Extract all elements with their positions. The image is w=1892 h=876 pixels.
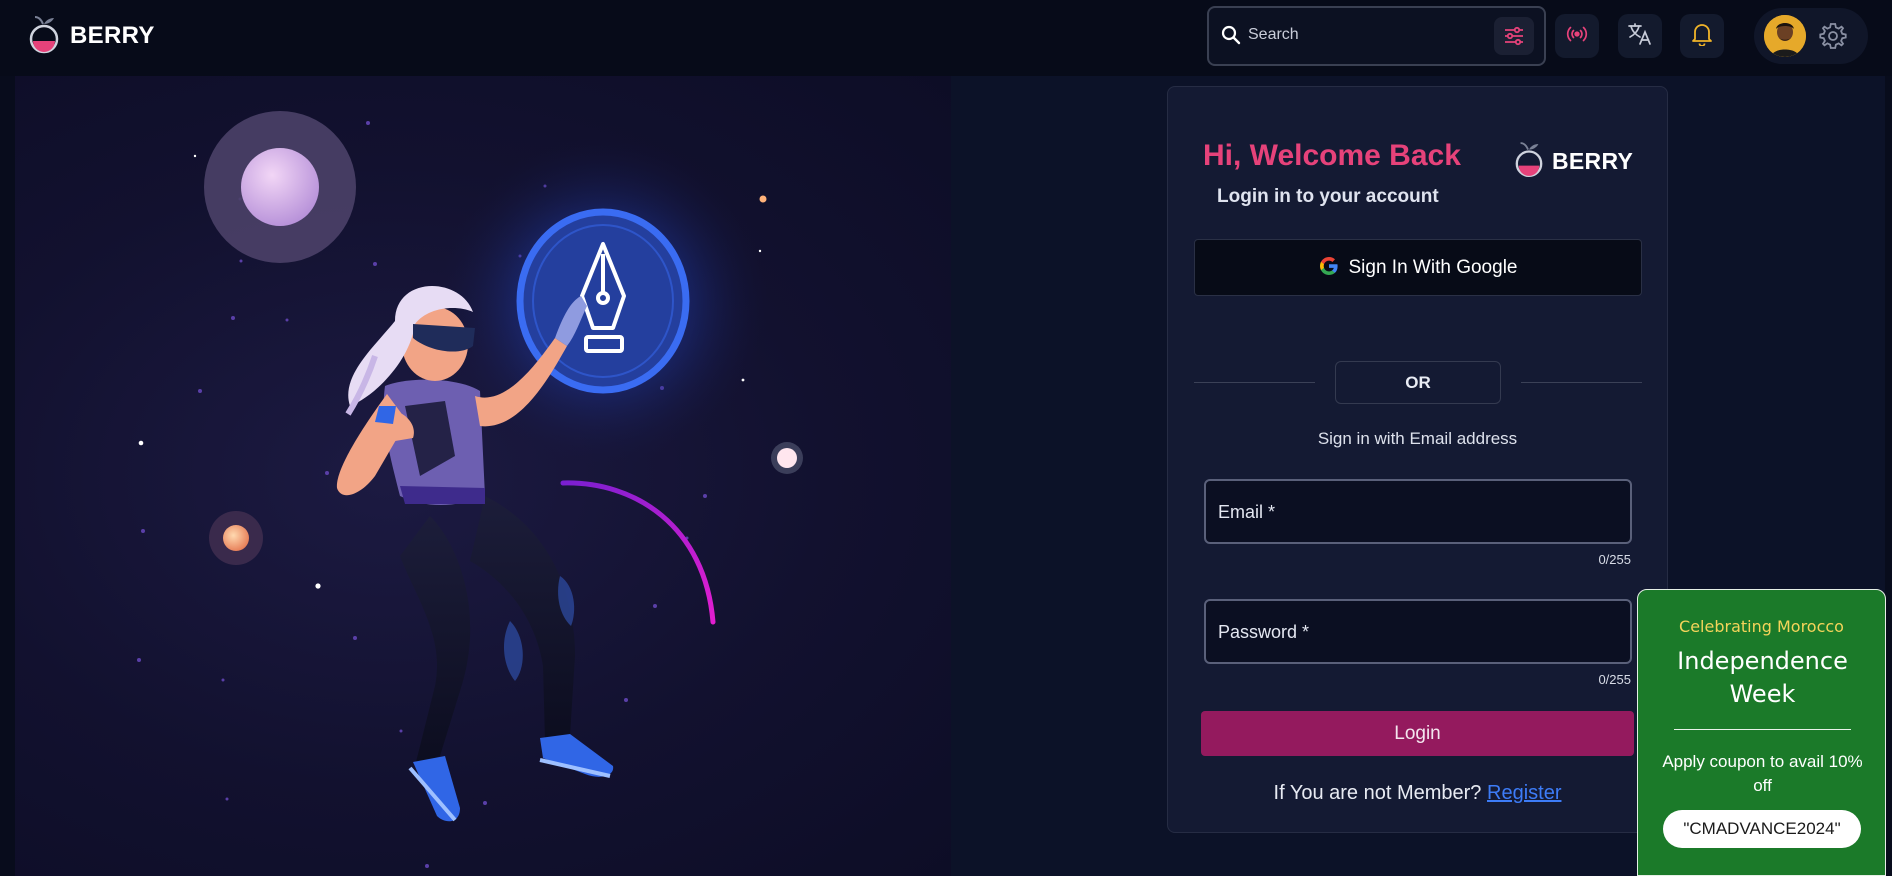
top-bar: BERRY Search <box>0 0 1892 76</box>
divider-right <box>1521 382 1642 383</box>
brand-name: BERRY <box>70 22 155 49</box>
avatar[interactable] <box>1764 15 1806 57</box>
google-icon <box>1319 256 1339 280</box>
email-label: Email * <box>1218 502 1276 522</box>
bell-icon <box>1691 22 1713 50</box>
password-field[interactable]: Password * <box>1204 599 1632 664</box>
register-prompt-text: If You are not Member? <box>1273 782 1482 804</box>
berry-logo-icon <box>28 14 60 58</box>
password-label: Password * <box>1218 622 1310 642</box>
google-signin-label: Sign In With Google <box>1348 256 1518 278</box>
promo-offer: Apply coupon to avail 10% off <box>1662 752 1863 795</box>
space-woman-illustration <box>137 111 803 868</box>
promo-divider <box>1674 729 1851 730</box>
broadcast-icon <box>1565 24 1589 48</box>
search-input[interactable]: Search <box>1248 26 1299 44</box>
language-button[interactable] <box>1618 14 1662 58</box>
email-signin-hint: Sign in with Email address <box>1317 429 1518 448</box>
welcome-heading: Hi, Welcome Back <box>1203 139 1461 172</box>
promo-occasion: Celebrating Morocco <box>1679 617 1844 636</box>
brand[interactable]: BERRY <box>28 14 155 58</box>
divider-left <box>1194 382 1315 383</box>
or-separator: OR <box>1335 361 1501 404</box>
gear-icon[interactable] <box>1818 21 1848 55</box>
login-card: Hi, Welcome Back Login in to your accoun… <box>1167 86 1668 833</box>
promo-title: Independence Week <box>1677 647 1848 708</box>
notifications-button[interactable] <box>1680 14 1724 58</box>
card-brand: BERRY <box>1514 139 1633 183</box>
email-field[interactable]: Email * <box>1204 479 1632 544</box>
live-button[interactable] <box>1555 14 1599 58</box>
search-icon <box>1221 25 1241 49</box>
hero-illustration <box>15 76 951 876</box>
register-link[interactable]: Register <box>1487 782 1561 804</box>
email-char-counter: 0/255 <box>1598 552 1631 567</box>
berry-logo-icon <box>1514 139 1544 183</box>
filter-sliders-icon[interactable] <box>1494 17 1534 55</box>
brand-name: BERRY <box>1552 147 1634 174</box>
password-char-counter: 0/255 <box>1598 672 1631 687</box>
search-box[interactable]: Search <box>1207 6 1546 66</box>
login-button[interactable]: Login <box>1201 711 1634 756</box>
promo-banner[interactable]: Celebrating Morocco Independence Week Ap… <box>1637 589 1886 876</box>
coupon-code[interactable]: "CMADVANCE2024" <box>1663 810 1861 848</box>
login-subtitle: Login in to your account <box>1217 186 1439 207</box>
google-signin-button[interactable]: Sign In With Google <box>1194 239 1642 296</box>
register-prompt: If You are not Member? Register <box>1168 782 1667 805</box>
profile-menu[interactable] <box>1754 8 1868 64</box>
translate-icon <box>1627 22 1653 50</box>
